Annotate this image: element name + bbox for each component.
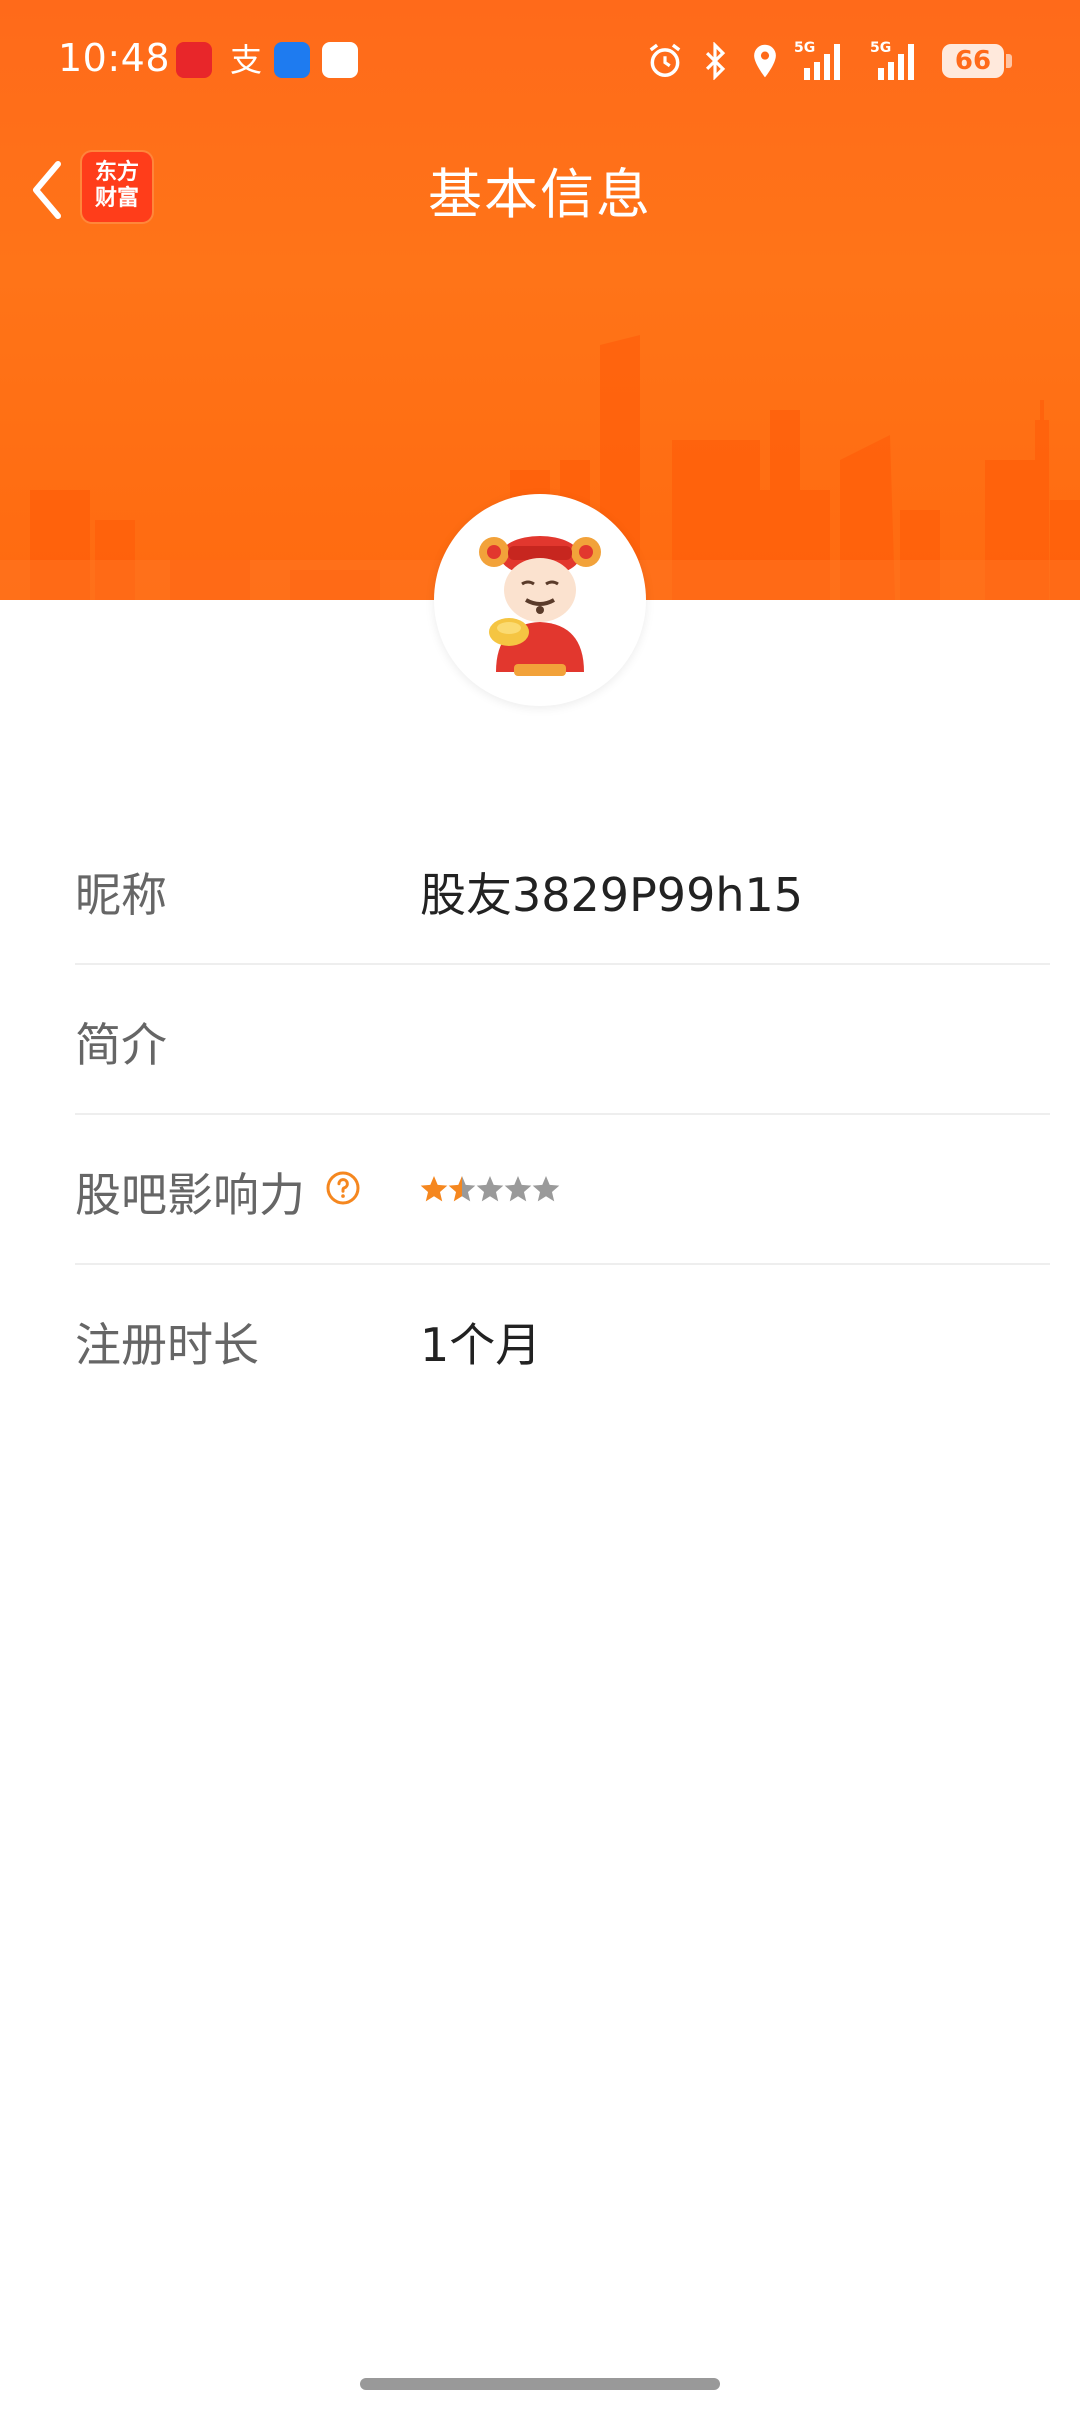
svg-text:5G: 5G [870,40,891,56]
signal-5g-icon-2: 5G [870,40,914,80]
svg-text:5G: 5G [794,40,815,56]
alipay-notification-icon: 支 [229,41,262,79]
nickname-label: 昵称 [75,868,167,922]
rating-star-2 [448,1176,476,1202]
influence-row: 股吧影响力 [75,1115,1050,1265]
app-notification-icon-multicolor [322,42,358,78]
location-pin-icon [754,44,776,78]
registration-duration-value: 1个月 [420,1318,542,1372]
rating-star-1 [420,1176,448,1202]
status-bar: 10:48 支 5G 5G 66 [0,0,1080,124]
nickname-row[interactable]: 昵称 股友3829P99h15 [75,815,1050,965]
basic-info-list: 昵称 股友3829P99h15 简介 股吧影响力 注册时长 1个月 [75,815,1050,1415]
app-notification-icon-red [176,42,212,78]
status-time: 10:48 [58,36,171,80]
nickname-value: 股友3829P99h15 [420,868,804,922]
signal-5g-icon-1: 5G [794,40,840,80]
rating-star-5 [532,1176,560,1202]
question-circle-icon[interactable] [325,1170,361,1206]
home-indicator[interactable] [360,2378,720,2390]
influence-label: 股吧影响力 [75,1168,305,1222]
avatar[interactable] [434,494,646,706]
alarm-icon [649,43,681,77]
profile-basic-info-page: 10:48 支 5G 5G 66 东方 财富 基本信息 昵称 股友3829P99… [0,0,1080,2412]
registration-duration-label: 注册时长 [75,1318,259,1372]
god-of-wealth-avatar-illustration [479,536,601,676]
rating-star-4 [504,1176,532,1202]
bio-row[interactable]: 简介 [75,965,1050,1115]
battery-indicator: 66 [942,44,1004,78]
rating-star-3 [476,1176,504,1202]
influence-star-rating [420,1176,560,1202]
app-notification-icon-blue [274,42,310,78]
page-title: 基本信息 [428,163,652,226]
battery-tip [1006,54,1012,68]
registration-duration-row: 注册时长 1个月 [75,1265,1050,1415]
bluetooth-icon [705,42,726,80]
bio-label: 简介 [75,1018,167,1072]
